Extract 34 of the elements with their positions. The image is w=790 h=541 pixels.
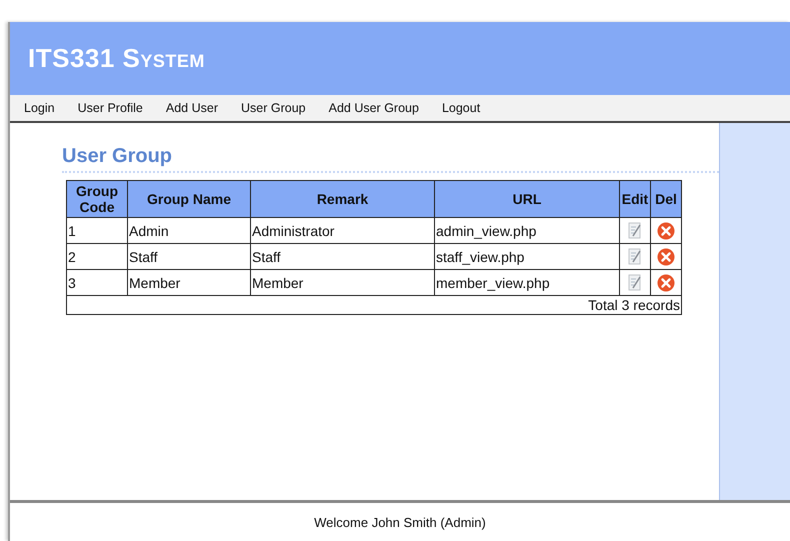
nav-link[interactable]: Login <box>24 101 55 115</box>
edit-icon[interactable] <box>628 248 642 265</box>
delete-icon[interactable] <box>657 222 675 240</box>
table-cell: staff_view.php <box>434 244 620 270</box>
welcome-text: Welcome John Smith (Admin) <box>314 514 486 530</box>
table-cell: Member <box>250 270 434 296</box>
edit-icon[interactable] <box>628 222 642 239</box>
table-cell: Staff <box>128 244 250 270</box>
column-header: URL <box>434 180 620 218</box>
table-cell: 1 <box>66 218 128 244</box>
column-header: Edit <box>620 180 650 218</box>
table-cell: Member <box>128 270 250 296</box>
table-cell: Admin <box>128 218 250 244</box>
nav-link[interactable]: User Profile <box>78 101 143 115</box>
column-header: Group Code <box>66 180 128 218</box>
nav-link[interactable]: Add User <box>166 101 218 115</box>
table-cell: member_view.php <box>434 270 620 296</box>
table-cell: admin_view.php <box>434 218 620 244</box>
table-total: Total 3 records <box>66 296 682 314</box>
column-header: Remark <box>250 180 434 218</box>
table-cell: Administrator <box>250 218 434 244</box>
column-header: Group Name <box>128 180 250 218</box>
column-header: Del <box>650 180 682 218</box>
table-cell: Staff <box>250 244 434 270</box>
delete-icon[interactable] <box>657 274 675 292</box>
table-cell: 2 <box>66 244 128 270</box>
delete-icon[interactable] <box>657 248 675 266</box>
edit-icon[interactable] <box>628 274 642 291</box>
nav-link[interactable]: User Group <box>241 101 306 115</box>
nav-link[interactable]: Add User Group <box>328 101 419 115</box>
table-cell: 3 <box>66 270 128 296</box>
site-title: ITS331 System <box>28 43 205 74</box>
nav-link[interactable]: Logout <box>442 101 480 115</box>
page-title: User Group <box>62 145 719 173</box>
